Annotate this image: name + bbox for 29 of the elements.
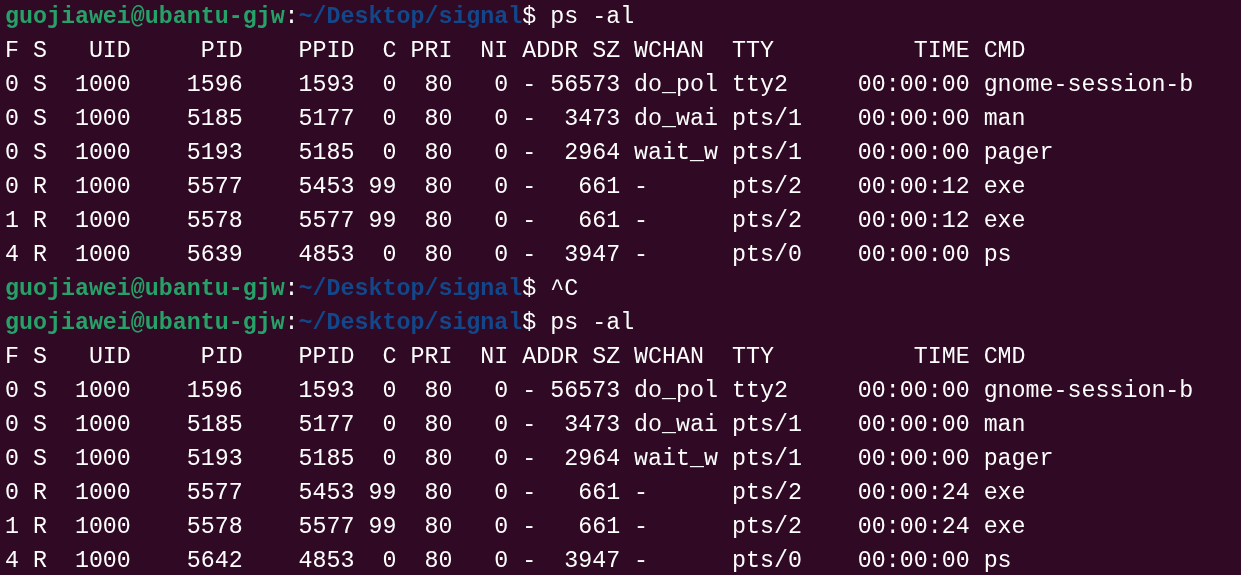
output-line: 0 S 1000 5185 5177 0 80 0 - 3473 do_wai pts/1 00:00:00 man	[5, 412, 1026, 438]
output-line: 0 S 1000 1596 1593 0 80 0 - 56573 do_pol tty2 00:00:00 gnome-session-b	[5, 378, 1194, 404]
prompt-user-host: guojiawei@ubantu-gjw	[5, 4, 285, 30]
command-text: ^C	[550, 276, 579, 302]
prompt-path: ~/Desktop/signal	[298, 4, 523, 30]
prompt-separator: :	[284, 4, 299, 30]
prompt-symbol: $	[522, 310, 537, 336]
output-line: 0 R 1000 5577 5453 99 80 0 - 661 - pts/2 00:00:12 exe	[5, 174, 1026, 200]
output-line: 0 S 1000 5193 5185 0 80 0 - 2964 wait_w pts/1 00:00:00 pager	[5, 446, 1054, 472]
prompt-user-host: guojiawei@ubantu-gjw	[5, 276, 285, 302]
prompt-path: ~/Desktop/signal	[298, 276, 523, 302]
prompt-user-host: guojiawei@ubantu-gjw	[5, 310, 285, 336]
output-line: 0 S 1000 5193 5185 0 80 0 - 2964 wait_w pts/1 00:00:00 pager	[5, 140, 1054, 166]
command-text: ps -al	[550, 4, 635, 30]
prompt-symbol: $	[522, 276, 537, 302]
output-line: 4 R 1000 5639 4853 0 80 0 - 3947 - pts/0 00:00:00 ps	[5, 242, 1012, 268]
prompt-symbol: $	[522, 4, 537, 30]
output-line: 1 R 1000 5578 5577 99 80 0 - 661 - pts/2 00:00:12 exe	[5, 208, 1026, 234]
output-line: 0 S 1000 1596 1593 0 80 0 - 56573 do_pol tty2 00:00:00 gnome-session-b	[5, 72, 1194, 98]
output-line: 0 S 1000 5185 5177 0 80 0 - 3473 do_wai pts/1 00:00:00 man	[5, 106, 1026, 132]
output-line: 4 R 1000 5642 4853 0 80 0 - 3947 - pts/0 00:00:00 ps	[5, 548, 1012, 574]
output-line: F S UID PID PPID C PRI NI ADDR SZ WCHAN TTY TIME CMD	[5, 344, 1026, 370]
command-text: ps -al	[550, 310, 635, 336]
prompt-separator: :	[284, 276, 299, 302]
output-line: 1 R 1000 5578 5577 99 80 0 - 661 - pts/2 00:00:24 exe	[5, 514, 1026, 540]
output-line: F S UID PID PPID C PRI NI ADDR SZ WCHAN TTY TIME CMD	[5, 38, 1026, 64]
output-line: 0 R 1000 5577 5453 99 80 0 - 661 - pts/2 00:00:24 exe	[5, 480, 1026, 506]
prompt-separator: :	[284, 310, 299, 336]
prompt-path: ~/Desktop/signal	[298, 310, 523, 336]
